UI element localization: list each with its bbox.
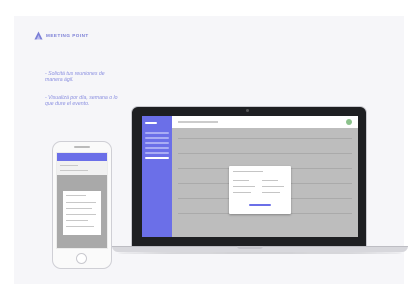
sidebar-item[interactable] — [145, 152, 169, 154]
modal-field[interactable] — [262, 192, 280, 193]
phone-app-header — [57, 153, 107, 161]
topbar-search[interactable] — [178, 121, 218, 123]
calendar-row — [178, 153, 352, 154]
laptop-shadow — [118, 252, 402, 254]
card-field[interactable] — [66, 208, 92, 209]
modal-field[interactable] — [262, 186, 284, 187]
card-field[interactable] — [66, 226, 94, 227]
phone-app-toolbar — [57, 161, 107, 175]
meeting-modal[interactable] — [229, 166, 291, 214]
card-field[interactable] — [66, 214, 96, 215]
sidebar-item-active[interactable] — [145, 157, 169, 159]
sidebar-item[interactable] — [145, 142, 169, 144]
laptop-camera — [246, 109, 249, 112]
calendar-row — [178, 138, 352, 139]
toolbar-label — [60, 165, 78, 166]
brand: MEETING POINT — [34, 31, 89, 40]
phone-speaker — [74, 146, 90, 148]
avatar[interactable] — [346, 119, 352, 125]
modal-title — [233, 171, 263, 172]
phone-home-button[interactable] — [76, 253, 87, 264]
brand-name: MEETING POINT — [46, 33, 89, 38]
feature-text-request: - Solicitá tus reuniones de manera ágil. — [45, 71, 105, 84]
sidebar-logo — [145, 122, 157, 124]
modal-field[interactable] — [233, 186, 255, 187]
sidebar-item[interactable] — [145, 147, 169, 149]
card-field[interactable] — [66, 220, 88, 221]
sidebar-item[interactable] — [145, 137, 169, 139]
modal-field[interactable] — [233, 180, 249, 181]
modal-confirm-button[interactable] — [249, 204, 271, 206]
phone-screen — [56, 152, 108, 249]
feature-text-view: - Visualizá por día, semana o lo que dur… — [45, 95, 118, 108]
toolbar-label — [60, 170, 88, 171]
modal-field[interactable] — [233, 192, 251, 193]
card-field[interactable] — [66, 202, 96, 203]
mountain-logo-icon — [34, 31, 43, 40]
modal-field[interactable] — [262, 180, 278, 181]
laptop-notch — [237, 246, 263, 249]
app-sidebar — [142, 116, 172, 237]
card-title — [66, 195, 86, 196]
laptop-screen — [142, 116, 358, 237]
phone-meeting-card[interactable] — [63, 191, 101, 235]
sidebar-item[interactable] — [145, 132, 169, 134]
